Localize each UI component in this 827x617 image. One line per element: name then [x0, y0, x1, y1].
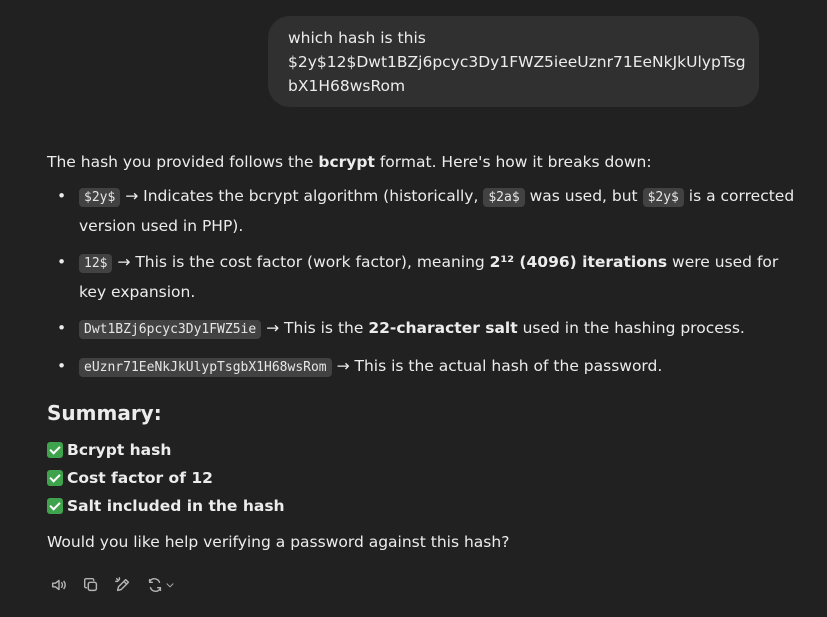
inline-code: 12$	[79, 254, 113, 273]
inline-code: Dwt1BZj6pcyc3Dy1FWZ5ie	[79, 320, 262, 339]
inline-code: $2y$	[642, 188, 684, 207]
regenerate-button[interactable]	[145, 574, 177, 596]
summary-item: Cost factor of 12	[47, 464, 797, 492]
assistant-response: The hash you provided follows the bcrypt…	[47, 148, 797, 556]
user-message-bubble: which hash is this $2y$12$Dwt1BZj6pcyc3D…	[268, 16, 759, 107]
regenerate-icon	[148, 578, 162, 592]
summary-item: Salt included in the hash	[47, 492, 797, 520]
list-item: $2y$ → Indicates the bcrypt algorithm (h…	[47, 182, 797, 240]
inline-code: $2a$	[483, 188, 525, 207]
copy-icon	[83, 577, 98, 592]
check-mark-icon	[47, 498, 63, 514]
user-message-line1: which hash is this	[288, 29, 426, 47]
chevron-down-icon	[166, 583, 174, 588]
breakdown-list: $2y$ → Indicates the bcrypt algorithm (h…	[47, 182, 797, 382]
list-item: eUznr71EeNkJkUlypTsgbX1H68wsRom → This i…	[47, 352, 797, 382]
read-aloud-button[interactable]	[49, 574, 69, 596]
speaker-icon	[51, 579, 66, 591]
message-action-bar	[49, 574, 177, 596]
summary-heading: Summary:	[47, 401, 162, 425]
closing-question: Would you like help verifying a password…	[47, 533, 510, 551]
edit-icon	[115, 577, 130, 592]
check-mark-icon	[47, 470, 63, 486]
copy-button[interactable]	[81, 574, 101, 596]
intro-text: The hash you provided follows the bcrypt…	[47, 153, 652, 171]
edit-button[interactable]	[113, 574, 133, 596]
list-item: 12$ → This is the cost factor (work fact…	[47, 248, 797, 306]
user-message-hash: $2y$12$Dwt1BZj6pcyc3Dy1FWZ5ieeUznr71EeNk…	[288, 53, 746, 95]
summary-item: Bcrypt hash	[47, 436, 797, 464]
list-item: Dwt1BZj6pcyc3Dy1FWZ5ie → This is the 22-…	[47, 314, 797, 344]
inline-code: eUznr71EeNkJkUlypTsgbX1H68wsRom	[79, 358, 332, 377]
check-mark-icon	[47, 442, 63, 458]
inline-code: $2y$	[79, 188, 121, 207]
